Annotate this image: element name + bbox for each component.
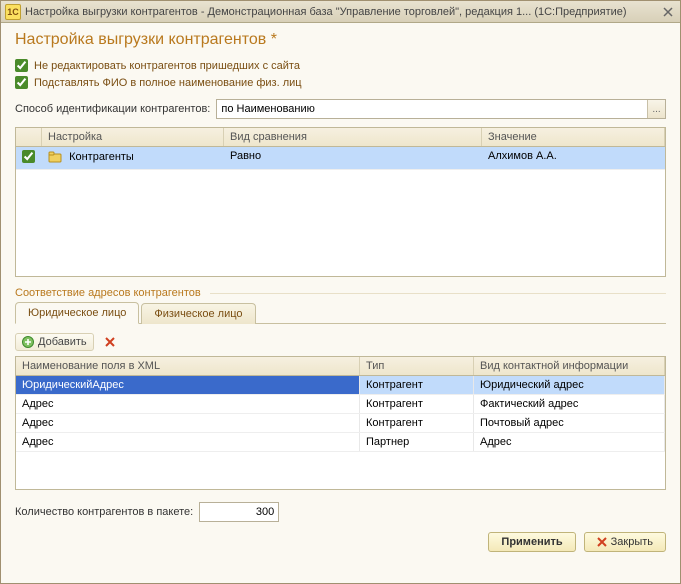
- addr-col-xml[interactable]: Наименование поля в XML: [16, 357, 360, 375]
- id-method-combo[interactable]: ...: [216, 99, 666, 119]
- close-icon[interactable]: [660, 4, 676, 20]
- row-setting: Контрагенты: [42, 147, 224, 169]
- addr-xml: Адрес: [16, 433, 360, 451]
- delete-button[interactable]: [100, 332, 120, 352]
- apply-button-label: Применить: [501, 536, 562, 548]
- table-row[interactable]: ЮридическийАдресКонтрагентЮридический ад…: [16, 376, 665, 395]
- addr-type: Контрагент: [360, 395, 474, 413]
- close-button-label: Закрыть: [611, 536, 653, 548]
- button-bar: Применить Закрыть: [15, 532, 666, 552]
- filter-col-setting[interactable]: Настройка: [42, 128, 224, 146]
- page-title: Настройка выгрузки контрагентов *: [15, 31, 666, 49]
- address-grid-body: ЮридическийАдресКонтрагентЮридический ад…: [16, 376, 665, 489]
- addr-contact: Почтовый адрес: [474, 414, 665, 432]
- addr-xml: ЮридическийАдрес: [16, 376, 360, 394]
- filter-grid-head: Настройка Вид сравнения Значение: [16, 128, 665, 147]
- tab-individual[interactable]: Физическое лицо: [141, 303, 255, 324]
- filter-col-value[interactable]: Значение: [482, 128, 665, 146]
- checkbox-no-edit-label: Не редактировать контрагентов пришедших …: [34, 60, 300, 72]
- table-row[interactable]: АдресПартнерАдрес: [16, 433, 665, 452]
- titlebar: 1C Настройка выгрузки контрагентов - Дем…: [1, 1, 680, 23]
- checkbox-substitute-fio-input[interactable]: [15, 76, 28, 89]
- addr-type: Партнер: [360, 433, 474, 451]
- table-row[interactable]: Контрагенты Равно Алхимов А.А.: [16, 147, 665, 170]
- row-value: Алхимов А.А.: [482, 147, 665, 169]
- addr-xml: Адрес: [16, 414, 360, 432]
- tab-legal[interactable]: Юридическое лицо: [15, 302, 139, 324]
- section-label-addresses: Соответствие адресов контрагентов: [15, 287, 666, 299]
- content: Настройка выгрузки контрагентов * Не ред…: [1, 23, 680, 583]
- close-button[interactable]: Закрыть: [584, 532, 666, 552]
- packet-row: Количество контрагентов в пакете:: [15, 502, 666, 522]
- addr-contact: Фактический адрес: [474, 395, 665, 413]
- filter-grid-body: Контрагенты Равно Алхимов А.А.: [16, 147, 665, 276]
- packet-input[interactable]: [199, 502, 279, 522]
- delete-icon: [104, 336, 116, 348]
- tabs: Юридическое лицо Физическое лицо: [15, 301, 666, 324]
- checkbox-no-edit-input[interactable]: [15, 59, 28, 72]
- filter-grid: Настройка Вид сравнения Значение Контраг…: [15, 127, 666, 277]
- window: 1C Настройка выгрузки контрагентов - Дем…: [0, 0, 681, 584]
- toolbar: Добавить: [15, 332, 666, 352]
- add-button[interactable]: Добавить: [15, 333, 94, 351]
- checkbox-substitute-fio[interactable]: Подставлять ФИО в полное наименование фи…: [15, 76, 666, 89]
- add-button-label: Добавить: [38, 336, 87, 348]
- row-check[interactable]: [16, 147, 42, 169]
- id-method-label: Способ идентификации контрагентов:: [15, 103, 210, 115]
- packet-label: Количество контрагентов в пакете:: [15, 506, 193, 518]
- row-setting-text: Контрагенты: [69, 151, 134, 163]
- table-row[interactable]: АдресКонтрагентПочтовый адрес: [16, 414, 665, 433]
- filter-col-check: [16, 128, 42, 146]
- addr-xml: Адрес: [16, 395, 360, 413]
- filter-col-compare[interactable]: Вид сравнения: [224, 128, 482, 146]
- checkbox-substitute-fio-label: Подставлять ФИО в полное наименование фи…: [34, 77, 302, 89]
- apply-button[interactable]: Применить: [488, 532, 575, 552]
- addr-type: Контрагент: [360, 376, 474, 394]
- addr-col-type[interactable]: Тип: [360, 357, 474, 375]
- address-grid-head: Наименование поля в XML Тип Вид контактн…: [16, 357, 665, 376]
- addr-contact: Адрес: [474, 433, 665, 451]
- addr-type: Контрагент: [360, 414, 474, 432]
- id-method-input[interactable]: [217, 100, 647, 118]
- table-row[interactable]: АдресКонтрагентФактический адрес: [16, 395, 665, 414]
- window-title: Настройка выгрузки контрагентов - Демонс…: [25, 6, 660, 18]
- id-method-more-button[interactable]: ...: [647, 100, 665, 118]
- row-compare: Равно: [224, 147, 482, 169]
- id-method-row: Способ идентификации контрагентов: ...: [15, 99, 666, 119]
- folder-icon: [48, 150, 62, 164]
- address-grid: Наименование поля в XML Тип Вид контактн…: [15, 356, 666, 490]
- addr-col-contact[interactable]: Вид контактной информации: [474, 357, 665, 375]
- addr-contact: Юридический адрес: [474, 376, 665, 394]
- plus-icon: [22, 336, 34, 348]
- close-red-icon: [597, 537, 607, 547]
- app-icon: 1C: [5, 4, 21, 20]
- row-check-input[interactable]: [22, 150, 35, 163]
- checkbox-no-edit[interactable]: Не редактировать контрагентов пришедших …: [15, 59, 666, 72]
